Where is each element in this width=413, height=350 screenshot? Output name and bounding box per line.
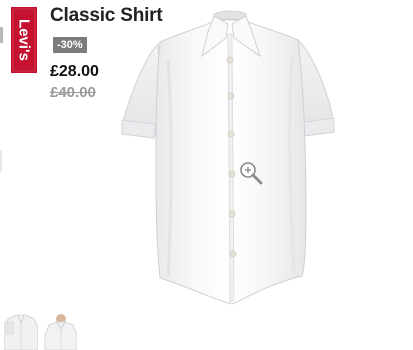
brand-logo[interactable]: Levi's bbox=[11, 7, 37, 73]
original-price: £40.00 bbox=[50, 84, 96, 101]
product-thumbnail[interactable] bbox=[4, 313, 38, 350]
discount-badge: -30% bbox=[53, 37, 87, 53]
previous-panel-edge bbox=[0, 150, 2, 172]
current-price: £28.00 bbox=[50, 63, 99, 80]
zoom-in-icon[interactable] bbox=[238, 160, 264, 186]
product-thumbnail[interactable] bbox=[43, 313, 77, 350]
previous-panel-edge bbox=[0, 27, 3, 43]
product-image[interactable] bbox=[110, 0, 350, 312]
brand-logo-text: Levi's bbox=[15, 19, 33, 61]
